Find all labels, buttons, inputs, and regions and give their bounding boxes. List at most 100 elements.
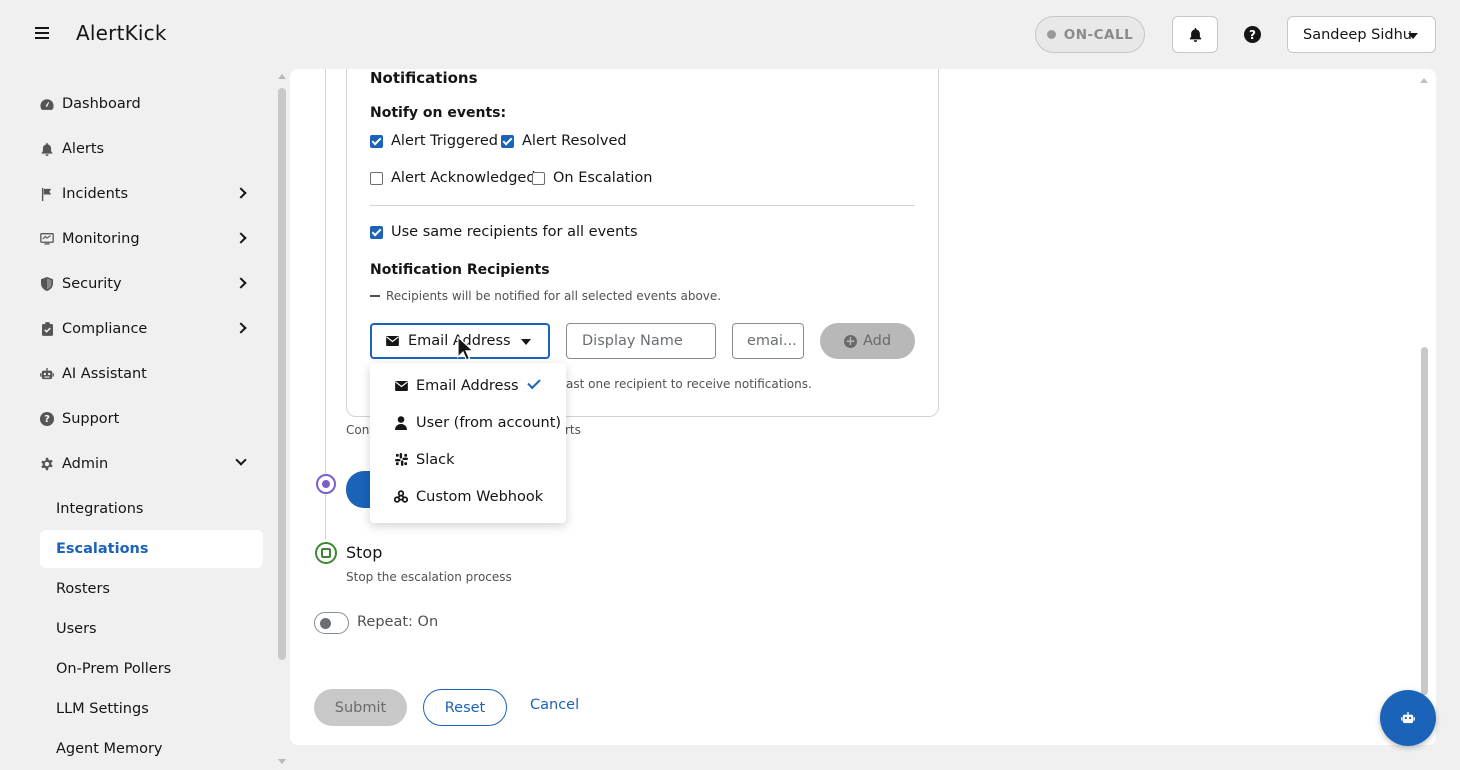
sidebar-scrollbar[interactable]	[278, 88, 286, 660]
step-text-suffix: rts	[565, 423, 581, 437]
user-icon	[394, 415, 408, 430]
option-user-from-account[interactable]: User (from account)	[370, 404, 566, 441]
status-dot-icon	[1046, 30, 1056, 39]
sidebar-subitem-users[interactable]: Users	[40, 610, 263, 648]
check-icon	[527, 375, 541, 390]
event-on-escalation[interactable]: On Escalation	[532, 170, 652, 186]
stop-step-icon	[315, 542, 337, 564]
user-menu-button[interactable]: Sandeep Sidhu	[1287, 16, 1436, 53]
recipients-helper-text: Recipients will be notified for all sele…	[386, 289, 722, 303]
main-scroll-up-icon[interactable]	[1420, 78, 1428, 83]
user-name: Sandeep Sidhu	[1303, 26, 1412, 43]
slack-icon	[394, 453, 408, 467]
repeat-toggle[interactable]	[314, 612, 349, 634]
event-alert-resolved[interactable]: Alert Resolved	[501, 133, 627, 149]
chevron-right-icon	[235, 322, 247, 334]
chevron-right-icon	[235, 187, 247, 199]
sidebar-subitem-llm-settings[interactable]: LLM Settings	[40, 690, 263, 728]
sidebar-item-alerts[interactable]: Alerts	[40, 130, 263, 168]
recipients-title: Notification Recipients	[370, 262, 550, 278]
gear-icon	[40, 457, 54, 471]
option-label: Email Address	[416, 377, 519, 394]
event-label: Alert Resolved	[522, 133, 627, 149]
bell-icon	[1189, 27, 1201, 42]
alert-resolved-checkbox[interactable]	[501, 134, 514, 148]
add-label: Add	[862, 333, 892, 349]
notifications-button[interactable]	[1172, 16, 1218, 53]
shield-icon	[40, 277, 54, 291]
sidebar-item-support[interactable]: ? Support	[40, 400, 263, 438]
webhook-icon	[394, 490, 408, 504]
caret-down-icon	[1408, 33, 1418, 39]
oncall-label: ON-CALL	[1063, 26, 1134, 43]
sidebar-subitem-rosters[interactable]: Rosters	[40, 570, 263, 608]
reset-button[interactable]: Reset	[423, 689, 507, 726]
display-name-input[interactable]: Display Name	[566, 323, 716, 359]
event-label: Alert Triggered	[391, 133, 498, 149]
option-slack[interactable]: Slack	[370, 441, 566, 478]
sidebar-item-admin[interactable]: Admin	[40, 445, 263, 483]
main-scrollbar[interactable]	[1421, 347, 1428, 695]
sidebar-item-compliance[interactable]: Compliance	[40, 310, 263, 348]
sidebar-item-label: Support	[62, 411, 120, 427]
cancel-link[interactable]: Cancel	[530, 697, 579, 713]
mouse-pointer-icon	[457, 336, 475, 361]
sidebar-item-security[interactable]: Security	[40, 265, 263, 303]
minus-icon	[370, 295, 380, 297]
question-circle-icon: ?	[40, 412, 54, 426]
event-alert-acknowledged[interactable]: Alert Acknowledged	[370, 170, 536, 186]
robot-icon	[1401, 712, 1415, 724]
flag-icon	[40, 187, 54, 201]
option-custom-webhook[interactable]: Custom Webhook	[370, 478, 566, 515]
sidebar-item-incidents[interactable]: Incidents	[40, 175, 263, 213]
help-icon[interactable]: ?	[1244, 26, 1261, 43]
caret-down-icon	[521, 339, 531, 345]
email-input[interactable]: emai...	[732, 323, 804, 359]
sidebar-item-ai-assistant[interactable]: AI Assistant	[40, 355, 263, 393]
on-escalation-checkbox[interactable]	[532, 171, 545, 185]
chevron-right-icon	[235, 232, 247, 244]
recipient-hint: ast one recipient to receive notificatio…	[566, 377, 812, 391]
option-email-address[interactable]: Email Address	[370, 367, 566, 404]
sidebar-item-label: Incidents	[62, 186, 129, 202]
sidebar-item-label: Admin	[62, 456, 109, 472]
sidebar-subitem-on-prem-pollers[interactable]: On-Prem Pollers	[40, 650, 263, 688]
sidebar-item-dashboard[interactable]: Dashboard	[40, 85, 263, 123]
chevron-right-icon	[235, 277, 247, 289]
sidebar-subitem-escalations[interactable]: Escalations	[40, 530, 263, 568]
dashboard-icon	[40, 97, 54, 111]
same-recipients-checkbox[interactable]	[370, 225, 383, 239]
sidebar-subitem-agent-memory[interactable]: Agent Memory	[40, 730, 263, 768]
sidebar-item-label: Compliance	[62, 321, 148, 337]
sidebar-item-label: Security	[62, 276, 122, 292]
hamburger-menu-icon[interactable]	[33, 24, 51, 44]
sidebar-item-monitoring[interactable]: Monitoring	[40, 220, 263, 258]
section-divider	[370, 205, 915, 206]
notifications-title: Notifications	[370, 69, 478, 87]
app-title: AlertKick	[76, 21, 167, 45]
plus-circle-icon: +	[843, 334, 857, 348]
sidebar-scroll-down-icon[interactable]	[278, 759, 286, 764]
step-timeline-line	[325, 69, 326, 539]
alert-acknowledged-checkbox[interactable]	[370, 171, 383, 185]
repeat-toggle-label: Repeat: On	[357, 614, 439, 630]
chevron-down-icon	[235, 454, 247, 466]
sidebar-subitem-integrations[interactable]: Integrations	[40, 490, 263, 528]
same-recipients-option[interactable]: Use same recipients for all events	[370, 224, 638, 240]
alert-triggered-checkbox[interactable]	[370, 134, 383, 148]
oncall-status-button[interactable]: ON-CALL	[1035, 16, 1145, 53]
bell-icon	[40, 142, 54, 156]
sidebar-scroll-up-icon[interactable]	[278, 74, 286, 79]
recipient-type-menu: Email Address User (from account) Slack …	[370, 363, 566, 523]
add-recipient-button[interactable]: + Add	[820, 323, 915, 359]
step-marker-icon	[316, 474, 336, 494]
assistant-fab-button[interactable]	[1380, 690, 1436, 746]
robot-icon	[40, 367, 54, 381]
event-alert-triggered[interactable]: Alert Triggered	[370, 133, 498, 149]
envelope-icon	[394, 379, 408, 393]
sidebar-item-label: Alerts	[62, 141, 105, 157]
monitor-icon	[40, 232, 54, 246]
submit-button[interactable]: Submit	[314, 689, 407, 726]
option-label: Custom Webhook	[416, 488, 544, 505]
notify-on-events-label: Notify on events:	[370, 105, 507, 121]
